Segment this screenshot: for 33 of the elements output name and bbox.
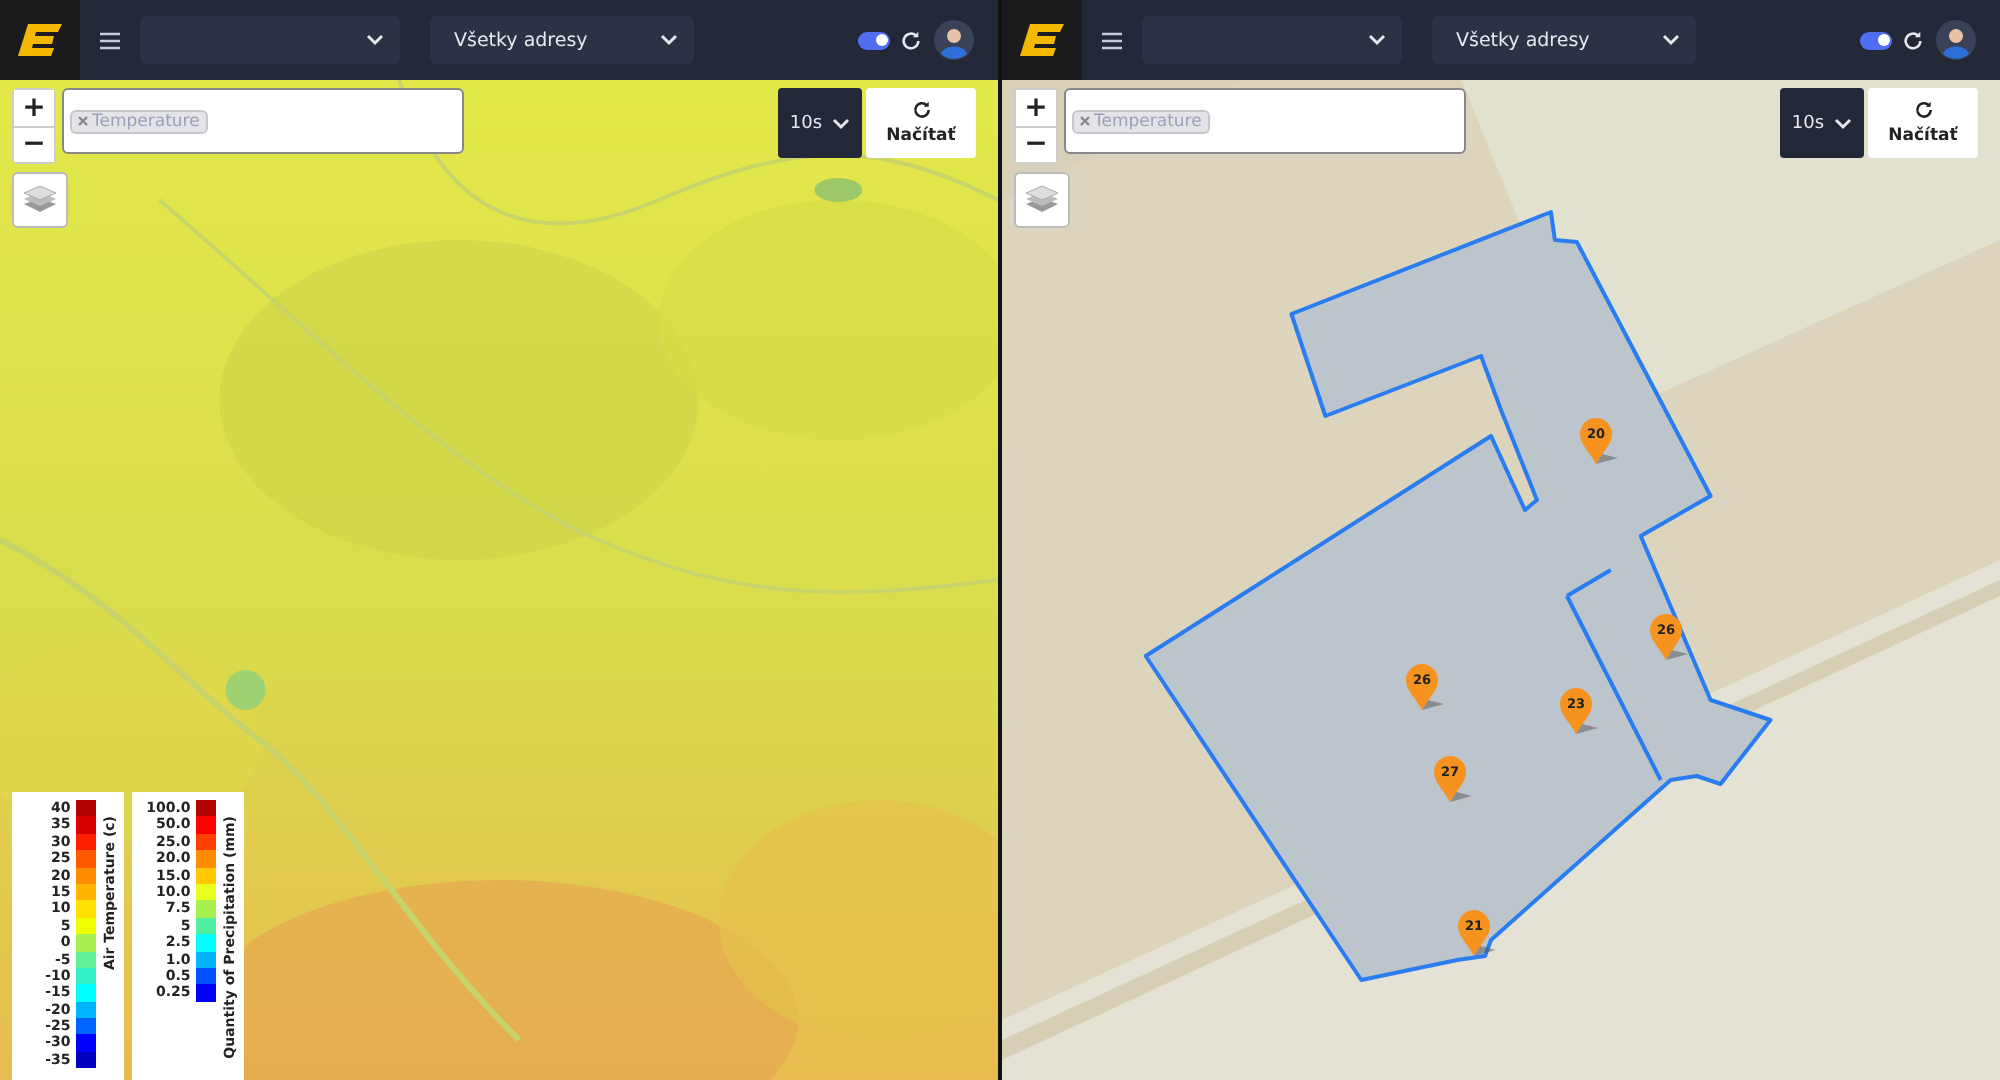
- refresh-icon[interactable]: [900, 29, 922, 51]
- avatar-icon[interactable]: [1936, 20, 1976, 60]
- load-button[interactable]: Načítať: [866, 88, 976, 158]
- layers-button[interactable]: [12, 172, 68, 228]
- layers-icon: [22, 184, 58, 216]
- refresh-icon[interactable]: [1902, 29, 1924, 51]
- logo[interactable]: [18, 24, 62, 56]
- chevron-down-icon: [366, 34, 384, 46]
- load-button[interactable]: Načítať: [1868, 88, 1978, 158]
- menu-icon[interactable]: [100, 31, 120, 49]
- chevron-down-icon: [832, 117, 851, 129]
- chevron-down-icon: [1662, 34, 1680, 46]
- address-select[interactable]: Všetky adresy: [430, 16, 694, 64]
- close-icon[interactable]: [1080, 116, 1090, 126]
- layers-button[interactable]: [1014, 172, 1070, 228]
- layers-icon: [1024, 184, 1060, 216]
- close-icon[interactable]: [78, 116, 88, 126]
- zoom-in-button[interactable]: +: [14, 90, 54, 127]
- refresh-icon: [1913, 100, 1933, 120]
- avatar-icon[interactable]: [934, 20, 974, 60]
- zone-polygon[interactable]: [1143, 210, 1773, 982]
- interval-select[interactable]: 10s: [778, 88, 862, 158]
- zoom-in-button[interactable]: +: [1016, 90, 1056, 127]
- chevron-down-icon: [660, 34, 678, 46]
- refresh-icon: [911, 100, 931, 120]
- auto-refresh-toggle[interactable]: [858, 31, 890, 49]
- logo[interactable]: [1020, 24, 1064, 56]
- address-select[interactable]: Všetky adresy: [1432, 16, 1696, 64]
- interval-select[interactable]: 10s: [1780, 88, 1864, 158]
- chevron-down-icon: [1834, 117, 1853, 129]
- menu-icon[interactable]: [1102, 31, 1122, 49]
- chevron-down-icon: [1368, 34, 1386, 46]
- auto-refresh-toggle[interactable]: [1860, 31, 1892, 49]
